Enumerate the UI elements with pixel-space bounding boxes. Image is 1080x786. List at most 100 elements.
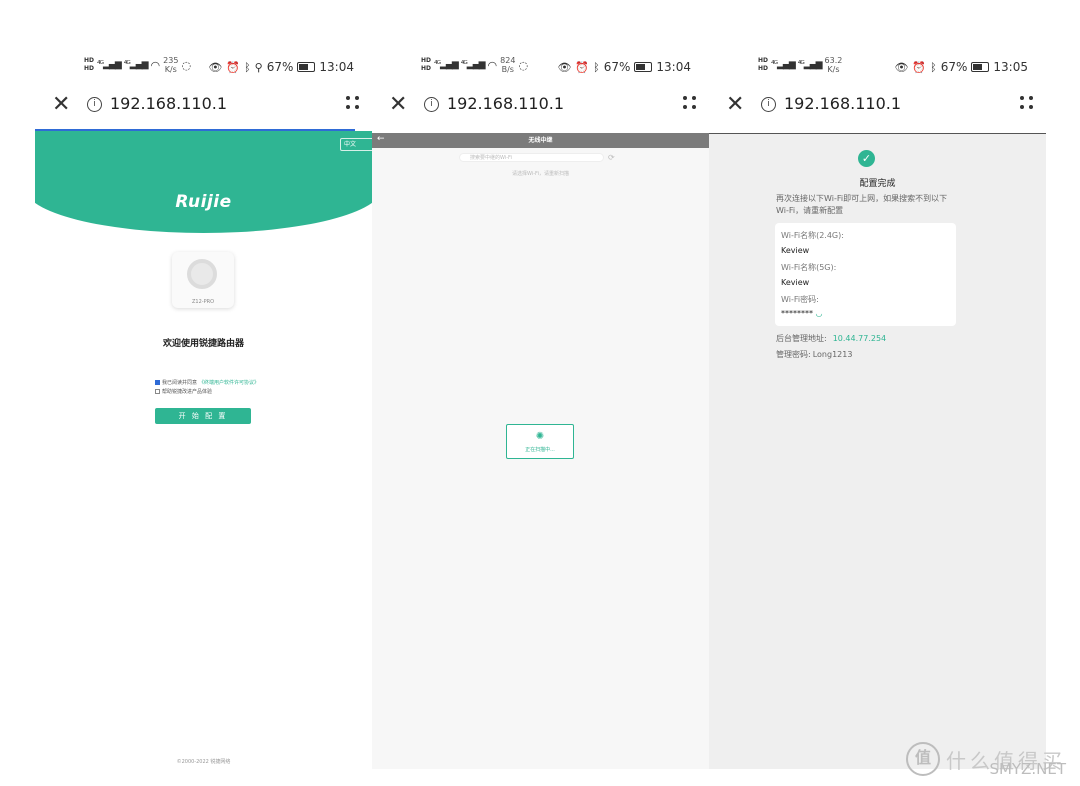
scan-hint: 请选择Wi-Fi，请重新扫描 — [512, 171, 569, 177]
success-check-icon: ✓ — [858, 150, 875, 167]
info-icon[interactable]: i — [87, 97, 102, 112]
menu-icon[interactable] — [1020, 96, 1034, 110]
screenshot-scanning: HD HD ⁴ᴳ▂▄▆ ⁴ᴳ▂▄▆ ◠ 824 B/s ◌ 👁 ⏰ ᛒ 67% 13… — [372, 0, 709, 786]
done-title: 配置完成 — [859, 179, 896, 189]
copyright: ©2000-2022 锐捷网络 — [176, 759, 231, 765]
wifi5-value: Keview — [781, 278, 810, 287]
agree-text: 我已阅读并同意 — [162, 380, 198, 386]
bluetooth-icon: ᛒ — [930, 60, 937, 74]
address-bar[interactable]: 192.168.110.1 — [110, 94, 227, 113]
welcome-title: 欢迎使用锐捷路由器 — [162, 339, 244, 349]
password-value: ******** — [781, 309, 813, 318]
watermark-badge: 值 — [906, 742, 940, 776]
info-icon[interactable]: i — [424, 97, 439, 112]
alarm-icon: ⏰ — [575, 60, 590, 74]
signal-icon: ⁴ᴳ▂▄▆ — [771, 60, 796, 70]
admin-address-label: 后台管理地址: — [776, 334, 827, 343]
location-icon: ⚲ — [254, 60, 263, 74]
router-icon — [187, 259, 217, 289]
improve-checkbox[interactable] — [155, 389, 160, 394]
wifi24-value: Keview — [781, 246, 810, 255]
screenshot-welcome: HD HD ⁴ᴳ▂▄▆ ⁴ᴳ▂▄▆ ◠ 235 K/s ◌ 👁 ⏰ ᛒ ⚲ 67% … — [35, 0, 372, 786]
page-content: ← 无线中继 搜索要中继的Wi-Fi ⟳ 请选择Wi-Fi，请重新扫描 ✺ 正在… — [372, 133, 709, 769]
page-content: ✓ 配置完成 再次连接以下Wi-Fi即可上网，如果搜索不到以下Wi-Fi，请重新… — [709, 133, 1046, 769]
screenshot-complete: HD HD ⁴ᴳ▂▄▆ ⁴ᴳ▂▄▆ 63.2 K/s 👁 ⏰ ᛒ 67% 13:05… — [709, 0, 1046, 786]
spinner-icon: ✺ — [535, 431, 545, 442]
signal-icon: ⁴ᴳ▂▄▆ — [97, 60, 122, 70]
battery-icon — [297, 62, 316, 72]
admin-password-label: 管理密码: — [776, 350, 811, 359]
alarm-icon: ⏰ — [912, 60, 927, 74]
battery-percent: 67% — [603, 60, 631, 74]
watermark: 值 什么值得买 SMYZ.NET — [906, 742, 1066, 778]
admin-address-row: 后台管理地址: 10.44.77.254 — [776, 333, 886, 344]
alarm-icon: ⏰ — [226, 60, 241, 74]
language-select[interactable]: 中文 — [340, 138, 372, 151]
password-row: ******** ◡ — [781, 309, 823, 318]
battery-icon — [634, 62, 653, 72]
hd-icon: HD HD — [84, 57, 95, 72]
signal-icon-2: ⁴ᴳ▂▄▆ — [123, 60, 149, 70]
password-label: Wi-Fi密码: — [781, 295, 819, 304]
eye-icon: 👁 — [557, 60, 572, 74]
network-speed: 63.2 K/s — [824, 56, 843, 74]
agree-row[interactable]: 我已阅读并同意 《终端用户软件许可协议》 — [155, 379, 259, 386]
network-speed: 235 K/s — [163, 56, 179, 74]
close-icon[interactable]: ✕ — [389, 94, 407, 116]
loading-text: 正在扫描中... — [525, 447, 555, 453]
menu-icon[interactable] — [683, 96, 697, 110]
header-banner: 中文 Ruijie — [35, 131, 372, 233]
status-bar: HD HD ⁴ᴳ▂▄▆ ⁴ᴳ▂▄▆ 63.2 K/s 👁 ⏰ ᛒ 67% 13:05 — [709, 56, 1046, 80]
wifi-info-card: Wi-Fi名称(2.4G): Keview Wi-Fi名称(5G): Kevie… — [775, 223, 956, 326]
page-titlebar: ← 无线中继 — [372, 133, 709, 148]
browser-toolbar: ✕ i 192.168.110.1 — [35, 88, 372, 124]
menu-icon[interactable] — [346, 96, 360, 110]
browser-toolbar: ✕ i 192.168.110.1 — [372, 88, 709, 124]
browser-toolbar: ✕ i 192.168.110.1 — [709, 88, 1046, 124]
address-bar[interactable]: 192.168.110.1 — [784, 94, 901, 113]
clock: 13:05 — [993, 60, 1028, 74]
status-bar: HD HD ⁴ᴳ▂▄▆ ⁴ᴳ▂▄▆ ◠ 235 K/s ◌ 👁 ⏰ ᛒ ⚲ 67% … — [35, 56, 372, 80]
bluetooth-icon: ᛒ — [593, 60, 600, 74]
license-link[interactable]: 《终端用户软件许可协议》 — [199, 379, 259, 386]
reconnect-note: 再次连接以下Wi-Fi即可上网，如果搜索不到以下Wi-Fi，请重新配置 — [776, 194, 948, 215]
bluetooth-icon: ᛒ — [244, 60, 251, 74]
refresh-icon[interactable]: ⟳ — [608, 153, 615, 162]
admin-address-link[interactable]: 10.44.77.254 — [833, 334, 886, 343]
show-password-icon[interactable]: ◡ — [816, 309, 823, 318]
brand-logo: Ruijie — [175, 192, 232, 212]
signal-icon-2: ⁴ᴳ▂▄▆ — [460, 60, 486, 70]
battery-icon — [971, 62, 990, 72]
eye-icon: 👁 — [208, 60, 223, 74]
info-icon[interactable]: i — [761, 97, 776, 112]
battery-percent: 67% — [266, 60, 294, 74]
watermark-site: SMYZ.NET — [989, 760, 1066, 778]
device-model: Z12-PRO — [191, 299, 215, 305]
close-icon[interactable]: ✕ — [726, 94, 744, 116]
battery-percent: 67% — [940, 60, 968, 74]
wifi-icon: ◠ — [487, 58, 498, 72]
agree-checkbox[interactable] — [155, 380, 160, 385]
close-icon[interactable]: ✕ — [52, 94, 70, 116]
signal-icon-2: ⁴ᴳ▂▄▆ — [797, 60, 823, 70]
clock: 13:04 — [319, 60, 354, 74]
admin-password-value: Long1213 — [812, 350, 853, 359]
hd-icon: HD HD — [758, 57, 769, 72]
wifi24-label: Wi-Fi名称(2.4G): — [781, 231, 844, 240]
clock: 13:04 — [656, 60, 691, 74]
hotspot-icon: ◌ — [518, 58, 529, 72]
page-title: 无线中继 — [528, 137, 553, 144]
page-content: 中文 Ruijie Z12-PRO 欢迎使用锐捷路由器 我已阅读并同意 《终端用… — [35, 131, 372, 769]
hotspot-icon: ◌ — [181, 58, 192, 72]
eye-icon: 👁 — [894, 60, 909, 74]
start-config-button[interactable]: 开 始 配 置 — [155, 408, 251, 424]
hd-icon: HD HD — [421, 57, 432, 72]
device-image: Z12-PRO — [172, 252, 234, 308]
network-speed: 824 B/s — [500, 56, 516, 74]
signal-icon: ⁴ᴳ▂▄▆ — [434, 60, 459, 70]
address-bar[interactable]: 192.168.110.1 — [447, 94, 564, 113]
wifi5-label: Wi-Fi名称(5G): — [781, 263, 837, 272]
wifi-icon: ◠ — [150, 58, 161, 72]
wifi-search-input[interactable]: 搜索要中继的Wi-Fi — [459, 153, 604, 162]
improve-row[interactable]: 帮助锐捷改进产品体验 — [155, 388, 212, 395]
